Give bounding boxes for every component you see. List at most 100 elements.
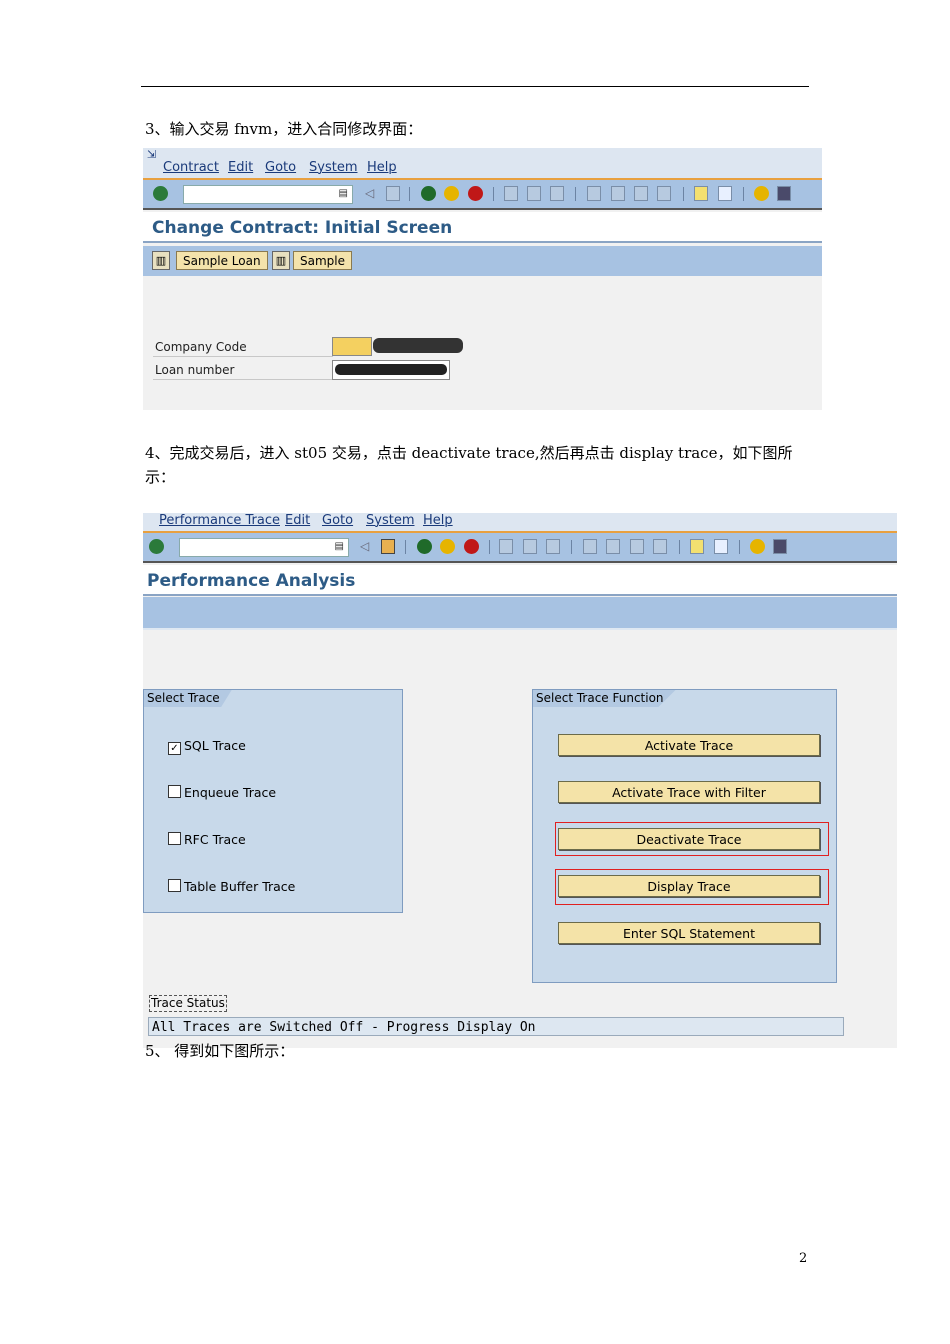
command-field[interactable]: ▤: [183, 185, 353, 204]
back-icon[interactable]: [417, 539, 432, 554]
rfc-trace-checkbox[interactable]: RFC Trace: [168, 832, 246, 847]
first-page-icon[interactable]: [587, 186, 601, 201]
find-next-icon[interactable]: [550, 186, 564, 201]
table-buffer-trace-checkbox[interactable]: Table Buffer Trace: [168, 879, 295, 894]
print-icon[interactable]: [499, 539, 513, 554]
help-icon[interactable]: [754, 186, 769, 201]
checkbox-icon[interactable]: [168, 832, 181, 845]
step4-text-line2: 示：: [145, 468, 176, 486]
new-session-icon[interactable]: [694, 186, 708, 201]
previous-page-icon[interactable]: [606, 539, 620, 554]
menu-system[interactable]: System: [309, 160, 357, 175]
divider: [153, 356, 333, 357]
sql-trace-checkbox[interactable]: ✓ SQL Trace: [168, 738, 246, 755]
header-rule: [141, 86, 809, 87]
select-trace-function-group: Select Trace Function Activate Trace Act…: [532, 689, 837, 983]
save-icon[interactable]: [381, 539, 395, 554]
menu-edit[interactable]: Edit: [228, 160, 253, 175]
application-toolbar: [143, 597, 897, 630]
menu-goto[interactable]: Goto: [265, 160, 296, 175]
trace-status-field: All Traces are Switched Off - Progress D…: [148, 1017, 844, 1036]
title-bar: Performance Analysis: [143, 565, 897, 596]
shortcut-icon[interactable]: [714, 539, 728, 554]
menu-goto[interactable]: Goto: [322, 513, 353, 528]
print-icon[interactable]: [504, 186, 518, 201]
cancel-icon[interactable]: [464, 539, 479, 554]
menu-bar: ⇲ Contract Edit Goto System Help: [143, 148, 822, 180]
layout-menu-icon[interactable]: [773, 539, 787, 554]
help-icon[interactable]: [750, 539, 765, 554]
menu-help[interactable]: Help: [367, 160, 397, 175]
system-toolbar: ▤ ◁: [143, 533, 897, 563]
last-page-icon[interactable]: [657, 186, 671, 201]
select-trace-group: Select Trace ✓ SQL Trace Enqueue Trace RF…: [143, 689, 403, 913]
enter-icon[interactable]: [149, 539, 164, 554]
separator: [679, 540, 680, 554]
next-page-icon[interactable]: [630, 539, 644, 554]
separator: [405, 540, 406, 554]
select-trace-function-title: Select Trace Function: [533, 690, 676, 707]
screen-title: Performance Analysis: [147, 571, 356, 591]
select-trace-title: Select Trace: [144, 690, 232, 707]
menu-edit[interactable]: Edit: [285, 513, 310, 528]
previous-page-icon[interactable]: [611, 186, 625, 201]
separator: [493, 187, 494, 201]
first-page-icon[interactable]: [583, 539, 597, 554]
menu-system[interactable]: System: [366, 513, 414, 528]
activate-trace-with-filter-button[interactable]: Activate Trace with Filter: [558, 781, 820, 803]
back-icon[interactable]: [421, 186, 436, 201]
dropdown-icon[interactable]: ▤: [335, 541, 344, 552]
dropdown-icon[interactable]: ▤: [339, 188, 348, 199]
sap-screen-change-contract: ⇲ Contract Edit Goto System Help ▤ ◁ Cha…: [143, 148, 822, 410]
page-number: 2: [799, 1251, 808, 1266]
screen-title: Change Contract: Initial Screen: [152, 218, 453, 238]
save-icon[interactable]: [386, 186, 400, 201]
collapse-icon[interactable]: ◁: [360, 539, 369, 553]
binoculars-icon[interactable]: ▥: [272, 251, 290, 270]
command-field[interactable]: ▤: [179, 538, 349, 557]
system-toolbar: ▤ ◁: [143, 180, 822, 210]
menu-contract[interactable]: Contract: [163, 160, 219, 175]
checkbox-icon[interactable]: [168, 879, 181, 892]
sample-button[interactable]: Sample: [293, 251, 352, 270]
find-icon[interactable]: [523, 539, 537, 554]
cancel-icon[interactable]: [468, 186, 483, 201]
sap-screen-performance-analysis: Performance Trace Edit Goto System Help …: [143, 513, 897, 1048]
next-page-icon[interactable]: [634, 186, 648, 201]
new-session-icon[interactable]: [690, 539, 704, 554]
layout-menu-icon[interactable]: [777, 186, 791, 201]
enter-sql-statement-button[interactable]: Enter SQL Statement: [558, 922, 820, 944]
trace-status-label: Trace Status: [149, 995, 227, 1012]
step4-text-line1: 4、完成交易后，进入 st05 交易，点击 deactivate trace,然…: [145, 444, 793, 462]
company-code-label: Company Code: [155, 340, 247, 354]
checkbox-icon[interactable]: [168, 785, 181, 798]
find-icon[interactable]: [527, 186, 541, 201]
step3-text: 3、输入交易 fnvm，进入合同修改界面：: [145, 120, 423, 138]
binoculars-icon[interactable]: ▥: [152, 251, 170, 270]
step5-text: 5、 得到如下图所示：: [145, 1042, 295, 1060]
enter-icon[interactable]: [153, 186, 168, 201]
exit-icon[interactable]: [440, 539, 455, 554]
activate-trace-button[interactable]: Activate Trace: [558, 734, 820, 756]
menu-icon[interactable]: ⇲: [147, 148, 156, 161]
loan-number-label: Loan number: [155, 363, 235, 377]
loan-number-field[interactable]: [332, 360, 450, 380]
exit-icon[interactable]: [444, 186, 459, 201]
menu-performance-trace[interactable]: Performance Trace: [159, 513, 280, 528]
display-trace-button[interactable]: Display Trace: [558, 875, 820, 897]
document-page: 3、输入交易 fnvm，进入合同修改界面： ⇲ Contract Edit Go…: [0, 0, 950, 1344]
sample-loan-button[interactable]: Sample Loan: [176, 251, 268, 270]
deactivate-trace-button[interactable]: Deactivate Trace: [558, 828, 820, 850]
separator: [489, 540, 490, 554]
collapse-icon[interactable]: ◁: [365, 186, 374, 200]
menu-bar: Performance Trace Edit Goto System Help: [143, 513, 897, 533]
checkbox-checked-icon[interactable]: ✓: [168, 742, 181, 755]
find-next-icon[interactable]: [546, 539, 560, 554]
divider: [153, 379, 333, 380]
title-bar: Change Contract: Initial Screen: [143, 212, 822, 243]
menu-help[interactable]: Help: [423, 513, 453, 528]
shortcut-icon[interactable]: [718, 186, 732, 201]
last-page-icon[interactable]: [653, 539, 667, 554]
enqueue-trace-checkbox[interactable]: Enqueue Trace: [168, 785, 276, 800]
company-code-field[interactable]: [332, 337, 372, 356]
